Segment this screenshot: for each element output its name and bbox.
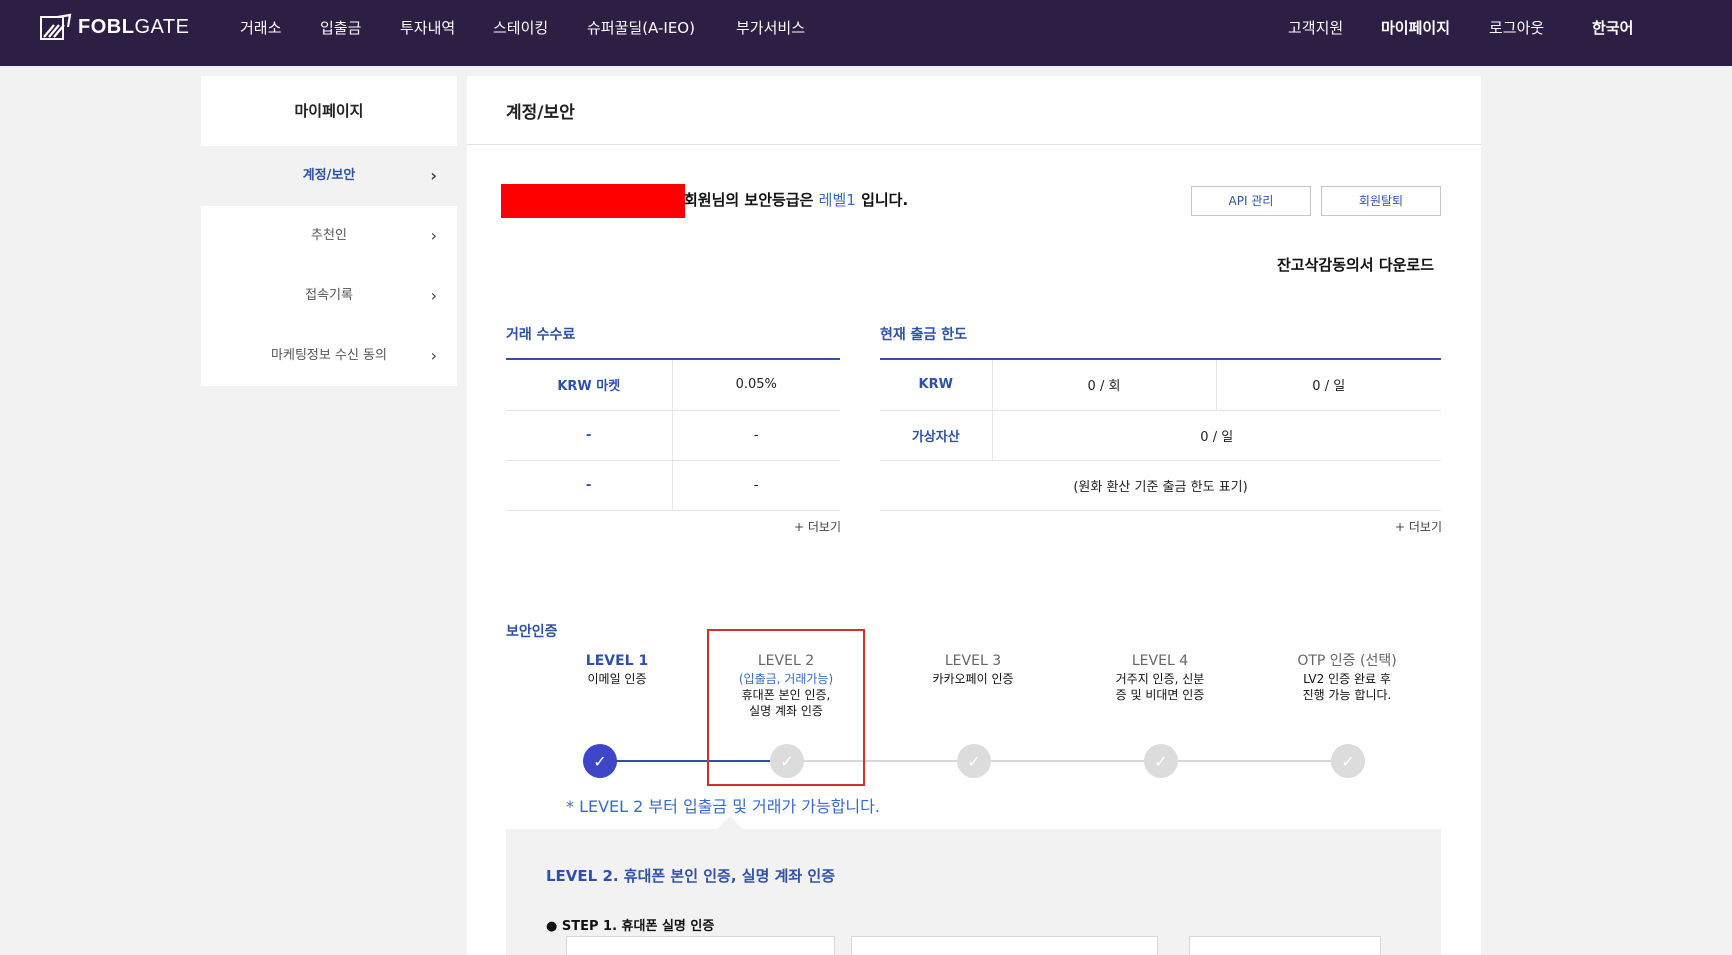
table-row: - -	[506, 410, 840, 461]
fobl-gate-logo[interactable]: FOBLGATE	[40, 12, 189, 42]
withdraw-membership-button[interactable]: 회원탈퇴	[1321, 186, 1441, 216]
logo-wordmark: FOBLGATE	[78, 15, 190, 38]
top-navigation: FOBLGATE 거래소 입출금 투자내역 스테이킹 슈퍼꿀딜(A-IEO) 부…	[0, 0, 1732, 66]
limit-crypto-per-day: 0 / 일	[992, 410, 1441, 461]
nav-language[interactable]: 한국어	[1592, 0, 1633, 56]
balance-reduction-consent-download-link[interactable]: 잔고삭감동의서 다운로드	[1277, 254, 1434, 275]
level-2-highlight-box	[707, 629, 865, 786]
fee-value-cell: -	[672, 460, 840, 511]
fee-market-cell: KRW 마켓	[506, 360, 673, 411]
api-manage-button[interactable]: API 관리	[1191, 186, 1311, 216]
level-description: 카카오페이 인증	[932, 672, 1014, 686]
table-row: - -	[506, 460, 840, 511]
sidebar-item-label: 계정/보안	[302, 168, 356, 183]
nav-extra-services[interactable]: 부가서비스	[736, 0, 805, 56]
table-row: KRW 마켓 0.05%	[506, 360, 840, 411]
nav-exchange[interactable]: 거래소	[240, 0, 281, 56]
nav-logout[interactable]: 로그아웃	[1489, 0, 1544, 56]
fee-market-cell: -	[506, 410, 673, 461]
limit-krw-per-time: 0 / 회	[992, 360, 1217, 411]
nav-super-deal[interactable]: 슈퍼꿀딜(A-IEO)	[587, 0, 695, 56]
sidebar-title: 마이페이지	[294, 102, 364, 120]
fee-value-cell: 0.05%	[672, 360, 840, 411]
trading-fee-title: 거래 수수료	[506, 327, 576, 343]
table-row: KRW 0 / 회 0 / 일	[880, 360, 1441, 411]
step1-label: ● STEP 1. 휴대폰 실명 인증	[546, 919, 715, 934]
level-name: LEVEL 4	[1131, 653, 1189, 669]
sidebar-item-access-log[interactable]: 접속기록 ›	[201, 266, 457, 326]
table-row: 가상자산 0 / 일	[880, 410, 1441, 461]
security-level-text: 회원님의 보안등급은 레벨1 입니다.	[684, 191, 909, 209]
step1-field-name[interactable]	[566, 936, 835, 955]
level-detail-title: LEVEL 2. 휴대폰 본인 인증, 실명 계좌 인증	[546, 867, 836, 885]
main-panel: 계정/보안 회원님의 보안등급은 레벨1 입니다. API 관리 회원탈퇴 잔고…	[467, 76, 1481, 955]
logo-icon	[40, 13, 72, 40]
limit-note: (원화 환산 기준 출금 한도 표기)	[880, 460, 1441, 511]
withdraw-limit-title: 현재 출금 한도	[880, 327, 968, 343]
security-cert-title: 보안인증	[506, 624, 558, 640]
nav-investment-history[interactable]: 투자내역	[400, 0, 455, 56]
chevron-right-icon: ›	[430, 286, 437, 305]
redacted-username	[501, 184, 685, 218]
nav-deposit-withdraw[interactable]: 입출금	[320, 0, 361, 56]
level-notice: * LEVEL 2 부터 입출금 및 거래가 가능합니다.	[566, 797, 880, 816]
level-name: LEVEL 3	[944, 653, 1002, 669]
step1-field-button[interactable]	[1189, 936, 1381, 955]
level-1-check-icon[interactable]: ✓	[583, 744, 617, 778]
chevron-right-icon: ›	[430, 166, 437, 185]
nav-support[interactable]: 고객지원	[1288, 0, 1343, 56]
page-title: 계정/보안	[506, 103, 575, 123]
level-description: 거주지 인증, 신분 증 및 비대면 인증	[1115, 672, 1205, 702]
chevron-right-icon: ›	[430, 346, 437, 365]
level-detail-panel: LEVEL 2. 휴대폰 본인 인증, 실명 계좌 인증 ● STEP 1. 휴…	[506, 829, 1441, 955]
table-row: (원화 환산 기준 출금 한도 표기)	[880, 460, 1441, 511]
limit-crypto-label: 가상자산	[880, 410, 993, 461]
level-name: LEVEL 1	[585, 653, 649, 669]
sidebar-item-label: 접속기록	[305, 288, 353, 303]
fee-value-cell: -	[672, 410, 840, 461]
level-3-check-icon[interactable]: ✓	[957, 744, 991, 778]
limit-krw-label: KRW	[880, 360, 993, 411]
trading-fee-table: KRW 마켓 0.05% - - - -	[506, 360, 840, 511]
limit-krw-per-day: 0 / 일	[1216, 360, 1441, 411]
sidebar-item-account-security[interactable]: 계정/보안 ›	[201, 146, 457, 206]
sidebar-item-label: 추천인	[311, 228, 347, 243]
withdraw-limit-table: KRW 0 / 회 0 / 일 가상자산 0 / 일 (원화 환산 기준 출금 …	[880, 360, 1441, 511]
mypage-sidebar: 마이페이지 계정/보안 › 추천인 › 접속기록 › 마케팅정보 수신 동의 ›	[201, 76, 457, 386]
chevron-right-icon: ›	[430, 226, 437, 245]
level-4-column: LEVEL 4 거주지 인증, 신분 증 및 비대면 인증	[1080, 651, 1240, 703]
withdraw-limit-more-link[interactable]: + 더보기	[1395, 518, 1442, 535]
level-4-check-icon[interactable]: ✓	[1144, 744, 1178, 778]
otp-column: OTP 인증 (선택) LV2 인증 완료 후 진행 가능 합니다.	[1267, 651, 1427, 703]
otp-check-icon[interactable]: ✓	[1331, 744, 1365, 778]
sidebar-item-marketing-consent[interactable]: 마케팅정보 수신 동의 ›	[201, 326, 457, 386]
level-name: OTP 인증 (선택)	[1297, 653, 1397, 669]
step1-field-phone[interactable]	[851, 936, 1158, 955]
detail-pointer	[717, 816, 743, 829]
sidebar-item-referrer[interactable]: 추천인 ›	[201, 206, 457, 266]
level-1-column: LEVEL 1 이메일 인증	[537, 651, 697, 687]
title-divider	[467, 144, 1481, 145]
level-description: LV2 인증 완료 후 진행 가능 합니다.	[1302, 672, 1392, 702]
nav-staking[interactable]: 스테이킹	[493, 0, 548, 56]
level-description: 이메일 인증	[587, 672, 647, 686]
level-3-column: LEVEL 3 카카오페이 인증	[893, 651, 1053, 687]
nav-mypage[interactable]: 마이페이지	[1381, 0, 1450, 56]
fee-market-cell: -	[506, 460, 673, 511]
security-level-value: 레벨1	[818, 191, 856, 209]
trading-fee-more-link[interactable]: + 더보기	[794, 518, 841, 535]
sidebar-item-label: 마케팅정보 수신 동의	[271, 348, 387, 363]
